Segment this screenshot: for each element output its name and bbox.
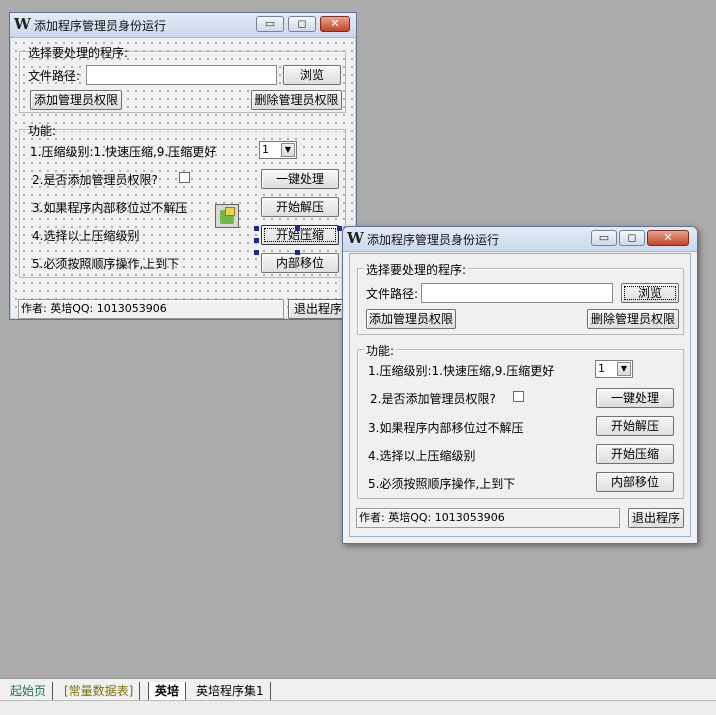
program-select-group: 选择要处理的程序: 文件路径: 浏览 添加管理员权限 删除管理员权限 <box>357 261 684 335</box>
window-title: 添加程序管理员身份运行 <box>34 19 167 33</box>
compress-button[interactable]: 开始压缩 <box>261 225 339 245</box>
file-path-label: 文件路径: <box>28 69 81 83</box>
design-window-titlebar[interactable]: W 添加程序管理员身份运行 ▭ ◻ ✕ <box>10 13 356 38</box>
program-select-group: 选择要处理的程序: 文件路径: 浏览 添加管理员权限 删除管理员权限 <box>19 46 346 113</box>
minimize-button[interactable]: ▭ <box>591 230 617 246</box>
exit-button[interactable]: 退出程序 <box>288 299 348 319</box>
browse-button[interactable]: 浏览 <box>283 65 341 85</box>
maximize-icon: ◻ <box>297 17 307 30</box>
selection-handle[interactable] <box>254 226 259 231</box>
group-legend: 选择要处理的程序: <box>364 261 469 278</box>
file-path-input[interactable] <box>86 65 277 85</box>
one-click-button[interactable]: 一键处理 <box>261 169 339 189</box>
function-group: 功能: 1.压缩级别:1.快速压缩,9.压缩更好 1 ▼ 2.是否添加管理员权限?… <box>357 342 684 499</box>
chevron-down-icon[interactable]: ▼ <box>617 362 631 376</box>
runtime-window: W 添加程序管理员身份运行 ▭ ◻ ✕ 选择要处理的程序: 文件路径: 浏览 添… <box>342 226 698 544</box>
tab-yingpei[interactable]: 英培 <box>148 682 187 700</box>
remove-admin-button[interactable]: 删除管理员权限 <box>587 309 679 329</box>
tab-constant-table[interactable]: [常量数据表] <box>58 682 141 700</box>
minimize-button[interactable]: ▭ <box>256 16 284 32</box>
author-status: 作者: 英培QQ: 1013053906 <box>18 299 284 319</box>
selection-handle[interactable] <box>254 250 259 255</box>
close-button[interactable]: ✕ <box>320 16 350 32</box>
combo-value: 1 <box>598 362 605 375</box>
decompress-button[interactable]: 开始解压 <box>261 197 339 217</box>
compression-level-select[interactable]: 1 ▼ <box>259 141 297 159</box>
app-logo-icon: W <box>14 15 31 33</box>
one-click-button[interactable]: 一键处理 <box>596 388 674 408</box>
component-icon[interactable] <box>215 204 239 228</box>
bottom-strip <box>0 700 716 715</box>
tab-yingpei-program-set[interactable]: 英培程序集1 <box>190 682 271 700</box>
add-admin-button[interactable]: 添加管理员权限 <box>30 90 122 110</box>
close-icon: ✕ <box>663 231 673 244</box>
app-logo-icon: W <box>347 229 364 247</box>
decompress-button[interactable]: 开始解压 <box>596 416 674 436</box>
compression-level-label: 1.压缩级别:1.快速压缩,9.压缩更好 <box>30 145 217 159</box>
select-level-label: 4.选择以上压缩级别 <box>368 449 476 463</box>
move-note-label: 3.如果程序内部移位过不解压 <box>32 201 188 215</box>
order-note-label: 5.必须按照顺序操作,上到下 <box>32 257 180 271</box>
move-button[interactable]: 内部移位 <box>596 472 674 492</box>
runtime-window-titlebar[interactable]: W 添加程序管理员身份运行 ▭ ◻ ✕ <box>343 227 697 252</box>
function-group: 功能: 1.压缩级别:1.快速压缩,9.压缩更好 1 ▼ 2.是否添加管理员权限?… <box>19 124 346 278</box>
ide-tab-bar: 起始页 [常量数据表] 英培 英培程序集1 <box>0 678 716 701</box>
group-legend: 功能: <box>28 124 57 138</box>
select-level-label: 4.选择以上压缩级别 <box>32 229 140 243</box>
remove-admin-button[interactable]: 删除管理员权限 <box>251 90 342 110</box>
exit-button[interactable]: 退出程序 <box>628 508 684 528</box>
compression-level-select[interactable]: 1 ▼ <box>595 360 633 378</box>
minimize-icon: ▭ <box>264 17 276 30</box>
selection-handle[interactable] <box>295 226 300 231</box>
maximize-icon: ◻ <box>627 231 637 244</box>
selection-handle[interactable] <box>254 238 259 243</box>
add-admin-button[interactable]: 添加管理员权限 <box>366 309 456 329</box>
move-button[interactable]: 内部移位 <box>261 253 339 273</box>
runtime-client-area: 选择要处理的程序: 文件路径: 浏览 添加管理员权限 删除管理员权限 功能: 1… <box>349 253 691 537</box>
group-legend: 选择要处理的程序: <box>28 46 129 60</box>
add-admin-checkbox[interactable] <box>179 172 190 183</box>
close-button[interactable]: ✕ <box>647 230 689 246</box>
group-legend: 功能: <box>364 342 397 359</box>
add-admin-checkbox[interactable] <box>513 391 524 402</box>
maximize-button[interactable]: ◻ <box>619 230 645 246</box>
combo-value: 1 <box>262 143 269 156</box>
close-icon: ✕ <box>330 17 340 30</box>
file-path-label: 文件路径: <box>366 287 419 301</box>
selection-handle[interactable] <box>295 250 300 255</box>
minimize-icon: ▭ <box>598 231 610 244</box>
maximize-button[interactable]: ◻ <box>288 16 316 32</box>
order-note-label: 5.必须按照顺序操作,上到下 <box>368 477 516 491</box>
compress-button[interactable]: 开始压缩 <box>596 444 674 464</box>
add-admin-question: 2.是否添加管理员权限? <box>32 173 158 187</box>
browse-button[interactable]: 浏览 <box>621 283 679 303</box>
design-window: W 添加程序管理员身份运行 ▭ ◻ ✕ 选择要处理的程序: 文件路径: 浏览 添… <box>9 12 357 320</box>
chevron-down-icon[interactable]: ▼ <box>281 143 295 157</box>
author-status: 作者: 英培QQ: 1013053906 <box>356 508 620 528</box>
compression-level-label: 1.压缩级别:1.快速压缩,9.压缩更好 <box>368 364 555 378</box>
move-note-label: 3.如果程序内部移位过不解压 <box>368 421 524 435</box>
add-admin-question: 2.是否添加管理员权限? <box>370 392 496 406</box>
design-surface[interactable]: 选择要处理的程序: 文件路径: 浏览 添加管理员权限 删除管理员权限 功能: 1… <box>12 39 354 319</box>
tab-start-page[interactable]: 起始页 <box>4 682 54 700</box>
window-title: 添加程序管理员身份运行 <box>367 233 500 247</box>
file-path-input[interactable] <box>421 283 613 303</box>
